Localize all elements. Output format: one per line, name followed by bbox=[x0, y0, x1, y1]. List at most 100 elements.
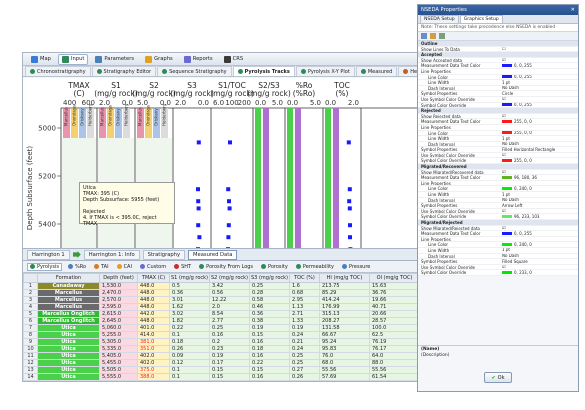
tab-stratigraphy-editor[interactable]: Stratigraphy Editor bbox=[91, 66, 157, 76]
column-header-tmax-c[interactable]: TMAX (C) bbox=[137, 273, 170, 283]
column-header[interactable] bbox=[23, 273, 38, 283]
tab-pyrolysis-tracks[interactable]: Pyrolysis Tracks bbox=[232, 66, 295, 76]
property-value[interactable]: No Dash bbox=[502, 198, 578, 203]
property-value[interactable]: No Dash bbox=[502, 86, 578, 91]
property-value[interactable]: ☑ bbox=[502, 170, 578, 175]
property-value[interactable]: 0, 233, 0 bbox=[502, 270, 578, 275]
pane-tab-stratigraphy[interactable]: Stratigraphy bbox=[142, 249, 186, 260]
property-value[interactable]: 255, 0, 0 bbox=[502, 158, 578, 163]
column-header-formation[interactable]: Formation bbox=[37, 273, 100, 283]
table-row[interactable]: 14 Utica 5,555.0 388.0 0.1 0.15 0.16 0.26 57.69 6… bbox=[23, 373, 420, 381]
table-row[interactable]: 8 Utica 5,255.0 414.0 0.1 0.16 0.15 0.24 66.67 62… bbox=[23, 331, 420, 339]
close-icon[interactable]: ✕ bbox=[571, 7, 575, 13]
table-row[interactable]: 1 Canadaway 1,530.0 448.0 0.5 3.42 0.25 1.6 213.… bbox=[23, 282, 420, 290]
property-value[interactable] bbox=[502, 125, 578, 130]
menu-crs[interactable]: CRS bbox=[220, 54, 248, 65]
column-header-depth-feet[interactable]: Depth (feet) bbox=[99, 273, 138, 283]
property-value[interactable]: ☑ bbox=[502, 209, 578, 214]
tab-measured[interactable]: Measured bbox=[355, 66, 398, 76]
table-row[interactable]: 11 Utica 5,405.0 402.0 0.09 0.19 0.16 0.25 76.0 6… bbox=[23, 352, 420, 360]
property-value[interactable] bbox=[502, 181, 578, 186]
table-row[interactable]: 12 Utica 5,455.0 402.0 0.12 0.17 0.22 0.25 68.0 8… bbox=[23, 359, 420, 367]
subtab-ro[interactable]: %Ro bbox=[66, 264, 88, 270]
column-header-s3-mg-g-rock[interactable]: S3 (mg/g rock) bbox=[249, 273, 290, 283]
table-row[interactable]: 13 Utica 5,505.0 375.0 0.1 0.15 0.15 0.27 55.56 5… bbox=[23, 366, 420, 374]
property-value[interactable]: Filled Square bbox=[502, 259, 578, 264]
column-header-hi-mg-g-toc[interactable]: HI (mg/g TOC) bbox=[319, 273, 370, 283]
property-value[interactable]: ☑ bbox=[502, 114, 578, 119]
property-value[interactable]: ☐ bbox=[502, 47, 578, 52]
pane-tab-harrington-1-info[interactable]: Harrington 1: Info bbox=[83, 249, 140, 260]
menu-parameters[interactable]: Parameters bbox=[91, 54, 138, 65]
property-value[interactable]: ☑ bbox=[502, 153, 578, 158]
properties-tab-graphics-setup[interactable]: Graphics Setup bbox=[459, 15, 503, 23]
tab-chronostratigraphy[interactable]: Chronostratigraphy bbox=[25, 66, 91, 76]
property-value[interactable]: Circle bbox=[502, 91, 578, 96]
property-value[interactable]: No Dash bbox=[502, 142, 578, 147]
property-value[interactable]: 0, 0, 255 bbox=[502, 103, 578, 108]
subtab-pressure[interactable]: Pressure bbox=[340, 264, 372, 270]
property-value[interactable]: ☑ bbox=[502, 97, 578, 102]
table-row[interactable]: 6 Marcellus Onglitch 2,645.0 448.0 1.82 2.77 0… bbox=[23, 317, 420, 325]
ok-button[interactable]: ✔ Ok bbox=[484, 372, 512, 383]
pane-tab-measured-data[interactable]: Measured Data bbox=[188, 249, 238, 260]
properties-tab-nseda-setup[interactable]: NSEDA Setup bbox=[420, 15, 459, 23]
subtab-porosity[interactable]: Porosity bbox=[259, 264, 290, 270]
property-value[interactable]: 96, 180, 36 bbox=[502, 175, 578, 180]
hi-cell: 85.29 bbox=[319, 289, 370, 297]
column-header-s2-mg-g-rock[interactable]: S2 (mg/g rock) bbox=[209, 273, 250, 283]
property-pages-icon[interactable] bbox=[439, 33, 445, 39]
table-row[interactable]: 5 Marcellus Onglitch 2,615.0 442.0 3.02 8.54 0… bbox=[23, 310, 420, 318]
subtab-pyrolysis[interactable]: Pyrolysis bbox=[27, 262, 62, 271]
tab-sequence-stratigraphy[interactable]: Sequence Stratigraphy bbox=[157, 66, 232, 76]
subtab-custom[interactable]: Custom bbox=[138, 264, 168, 270]
categorized-icon[interactable] bbox=[421, 33, 427, 39]
subtab-permeability[interactable]: Permeability bbox=[294, 264, 336, 270]
pyrolysis-tracks-view[interactable]: TMAX (C) 400 600 S1 (mg/g rock) 2.0 0.0 S2 (mg/g … bbox=[23, 78, 421, 248]
table-row[interactable]: 10 Utica 5,335.0 351.0 0.26 0.23 0.18 0.24 95.83… bbox=[23, 345, 420, 353]
property-value[interactable]: Arrow Left bbox=[502, 203, 578, 208]
property-value[interactable]: 0, 240, 0 bbox=[502, 242, 578, 247]
sort-icon[interactable] bbox=[430, 33, 436, 39]
column-header-toc[interactable]: TOC (%) bbox=[289, 273, 320, 283]
property-grid[interactable]: Outline Show Lines To Data ☐ Accepted Show A… bbox=[418, 41, 578, 276]
property-value[interactable]: No Dash bbox=[502, 254, 578, 259]
table-row[interactable]: 9 Utica 5,305.0 381.0 0.18 0.2 0.16 0.21 95.24 76… bbox=[23, 338, 420, 346]
table-row[interactable]: 7 Utica 5,060.0 401.0 0.22 0.25 0.19 0.19 131.58… bbox=[23, 324, 420, 332]
subtab-porosity-from-logs[interactable]: Porosity From Logs bbox=[197, 264, 255, 270]
table-row[interactable]: 2 Marcellus 2,470.0 448.0 0.36 0.56 0.28 0.68 85… bbox=[23, 289, 420, 297]
forward-arrow-icon[interactable] bbox=[72, 251, 81, 258]
property-value[interactable]: 1 pt bbox=[502, 192, 578, 197]
property-value[interactable]: 255, 0, 0 bbox=[502, 131, 578, 136]
property-value[interactable]: 1 pt bbox=[502, 136, 578, 141]
property-value[interactable]: ☑ bbox=[502, 265, 578, 270]
column-header-oi-mg-g-toc[interactable]: OI (mg/g TOC) bbox=[369, 273, 420, 283]
subtab-tai[interactable]: TAI bbox=[92, 264, 111, 270]
subtab-cai[interactable]: CAI bbox=[115, 264, 134, 270]
table-row[interactable]: 4 Marcellus 2,595.0 448.0 1.62 2.0 0.46 1.13 176… bbox=[23, 303, 420, 311]
property-value[interactable]: 0, 0, 255 bbox=[502, 231, 578, 236]
property-value[interactable] bbox=[502, 237, 578, 242]
property-value[interactable]: ☑ bbox=[502, 58, 578, 63]
property-value[interactable] bbox=[502, 69, 578, 74]
menu-input[interactable]: Input bbox=[57, 53, 89, 65]
subtab-sht[interactable]: SHT bbox=[172, 264, 193, 270]
menu-map[interactable]: Map bbox=[27, 54, 55, 65]
property-value[interactable]: 1 pt bbox=[502, 80, 578, 85]
property-value[interactable]: 0, 0, 255 bbox=[502, 75, 578, 80]
table-row[interactable]: 3 Marcellus 2,570.0 448.0 3.01 12.22 0.58 2.95 4… bbox=[23, 296, 420, 304]
pane-tab-harrington-1[interactable]: Harrington 1 bbox=[27, 249, 70, 260]
property-value[interactable]: Filled Horizontal Rectangle bbox=[502, 147, 578, 152]
property-value[interactable]: 0, 240, 0 bbox=[502, 186, 578, 191]
property-value[interactable]: 96, 233, 103 bbox=[502, 214, 578, 219]
property-value[interactable]: ☑ bbox=[502, 226, 578, 231]
property-value[interactable]: 0, 0, 255 bbox=[502, 63, 578, 68]
tab-pyrolysis-x-y-plot[interactable]: Pyrolysis X-Y Plot bbox=[295, 66, 355, 76]
property-value[interactable]: 255, 0, 0 bbox=[502, 119, 578, 124]
measured-data-grid[interactable]: Formation Depth (feet) TMAX (C) S1 (mg/g ro… bbox=[23, 273, 421, 381]
menu-reports[interactable]: Reports bbox=[180, 54, 217, 65]
property-value[interactable]: 1 pt bbox=[502, 248, 578, 253]
column-header-s1-mg-g-rock[interactable]: S1 (mg/g rock) bbox=[169, 273, 210, 283]
property-row[interactable]: Symbol Color Override 0, 233, 0 bbox=[418, 270, 578, 276]
menu-graphs[interactable]: Graphs bbox=[141, 54, 177, 65]
